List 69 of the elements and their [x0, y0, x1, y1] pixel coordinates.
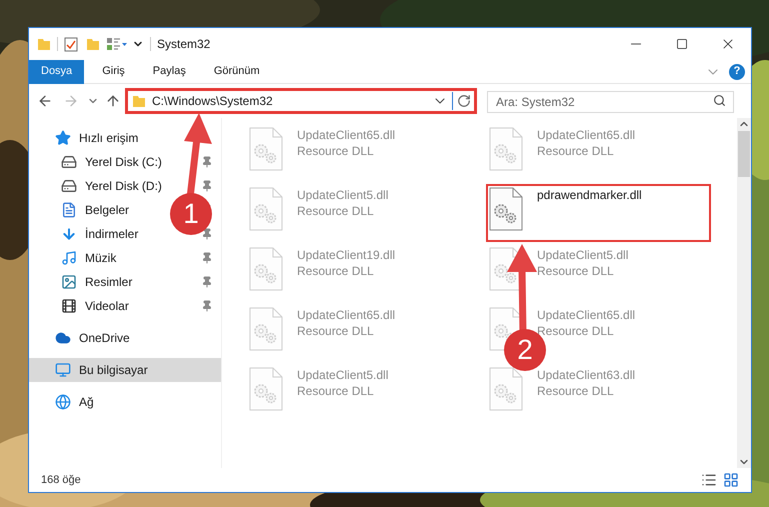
- drive-icon: [61, 178, 77, 194]
- up-icon[interactable]: [105, 93, 121, 109]
- file-type: Resource DLL: [297, 143, 375, 159]
- ribbon-tab[interactable]: Paylaş: [140, 60, 198, 84]
- maximize-icon[interactable]: [676, 38, 688, 50]
- cloud-icon: [55, 330, 71, 346]
- window-title: System32: [157, 36, 210, 53]
- file-gear-icon: [489, 367, 523, 411]
- search-field[interactable]: Ara: System32: [487, 91, 734, 113]
- file-name: pdrawendmarker.dll: [537, 187, 642, 203]
- document-icon: [61, 202, 77, 218]
- file-gear-icon: [249, 247, 283, 291]
- file-type: Resource DLL: [297, 263, 375, 279]
- back-icon[interactable]: [37, 93, 53, 109]
- scrollbar[interactable]: [737, 118, 751, 468]
- nav-item[interactable]: Bu bilgisayar: [29, 358, 221, 382]
- ribbon-tab[interactable]: Giriş: [90, 60, 137, 84]
- address-path: C:\Windows\System32: [152, 93, 274, 110]
- refresh-icon[interactable]: [457, 94, 471, 108]
- file-name: UpdateClient5.dll: [297, 367, 388, 383]
- file-name: UpdateClient19.dll: [297, 247, 396, 263]
- monitor-icon: [55, 362, 71, 378]
- nav-label[interactable]: Yerel Disk (C:): [85, 153, 162, 171]
- file-gear-icon: [249, 187, 283, 231]
- nav-label[interactable]: İndirmeler: [85, 225, 138, 243]
- properties-icon[interactable]: [64, 36, 78, 52]
- file-name: UpdateClient65.dll: [297, 307, 396, 323]
- file-name: UpdateClient5.dll: [297, 187, 388, 203]
- nav-label[interactable]: Ağ: [79, 393, 94, 411]
- drive-icon: [61, 154, 77, 170]
- nav-label[interactable]: Yerel Disk (D:): [85, 177, 162, 195]
- file-gear-icon: [249, 367, 283, 411]
- nav-label[interactable]: Hızlı erişim: [79, 129, 138, 147]
- file-name: UpdateClient5.dll: [537, 247, 628, 263]
- search-icon[interactable]: [713, 94, 726, 107]
- file-type: Resource DLL: [537, 143, 615, 159]
- film-icon: [61, 298, 77, 314]
- view-menu-icon[interactable]: [106, 37, 128, 51]
- address-field[interactable]: C:\Windows\System32: [125, 88, 477, 114]
- file-gear-icon: [249, 307, 283, 351]
- nav-label[interactable]: Müzik: [85, 249, 116, 267]
- ribbon-tab[interactable]: Görünüm: [202, 60, 272, 84]
- picture-icon: [61, 274, 77, 290]
- file-gear-icon: [489, 127, 523, 171]
- nav-label[interactable]: Videolar: [85, 297, 129, 315]
- star-icon: [55, 130, 71, 146]
- file-type: Resource DLL: [297, 323, 375, 339]
- help-button[interactable]: ?: [729, 64, 745, 80]
- globe-icon: [55, 394, 71, 410]
- file-item[interactable]: pdrawendmarker.dll: [486, 184, 711, 242]
- file-type: Resource DLL: [297, 203, 375, 219]
- file-name: UpdateClient65.dll: [537, 127, 636, 143]
- music-note-icon: [61, 250, 77, 266]
- folder-icon: [132, 94, 146, 108]
- item-count: 168 öğe: [41, 472, 81, 488]
- file-type: Resource DLL: [297, 383, 375, 399]
- nav-label[interactable]: Belgeler: [85, 201, 130, 219]
- scrollbar-thumb[interactable]: [738, 131, 750, 177]
- details-view-icon[interactable]: [701, 472, 717, 488]
- file-type: Resource DLL: [537, 263, 615, 279]
- file-name: UpdateClient65.dll: [297, 127, 396, 143]
- file-type: Resource DLL: [537, 383, 615, 399]
- file-gear-icon: [489, 187, 523, 231]
- nav-label[interactable]: Resimler: [85, 273, 132, 291]
- large-icons-view-icon[interactable]: [723, 472, 739, 488]
- file-name: UpdateClient65.dll: [537, 307, 636, 323]
- ribbon-tab[interactable]: Dosya: [29, 60, 84, 84]
- file-gear-icon: [249, 127, 283, 171]
- nav-label[interactable]: OneDrive: [79, 329, 130, 347]
